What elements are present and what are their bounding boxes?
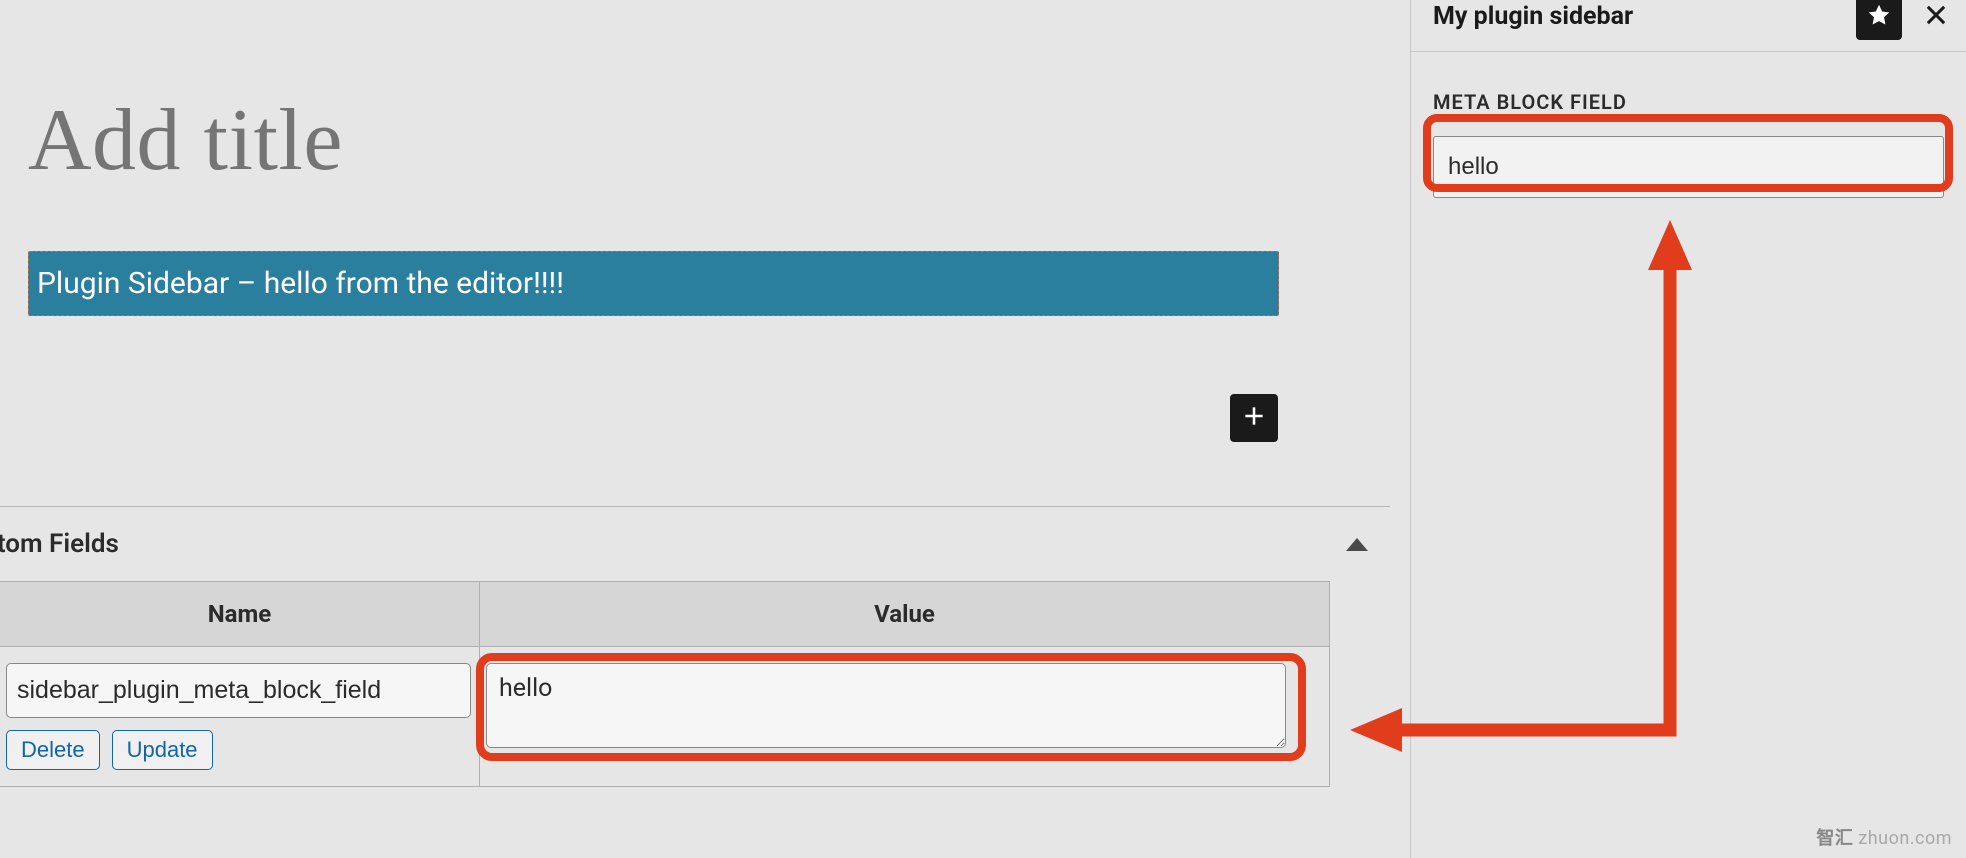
editor-canvas: Plugin Sidebar – hello from the editor!!… xyxy=(0,0,1410,858)
star-icon xyxy=(1866,2,1892,32)
meta-block-field-input[interactable] xyxy=(1433,136,1944,198)
sidebar-header: My plugin sidebar xyxy=(1411,0,1966,52)
column-header-name: Name xyxy=(0,582,480,646)
sidebar-title: My plugin sidebar xyxy=(1433,2,1856,31)
column-header-value: Value xyxy=(480,582,1329,646)
custom-field-name-input[interactable] xyxy=(6,663,471,718)
update-button[interactable]: Update xyxy=(112,730,213,770)
post-title-input[interactable] xyxy=(28,90,1328,191)
plugin-sidebar: My plugin sidebar META BLOCK FIELD 智汇 zh… xyxy=(1410,0,1966,858)
plugin-sidebar-block[interactable]: Plugin Sidebar – hello from the editor!!… xyxy=(28,251,1279,316)
table-header-row: Name Value xyxy=(0,582,1329,647)
custom-fields-panel: Custom Fields Name Value Delete Update xyxy=(0,506,1390,787)
custom-fields-table: Name Value Delete Update xyxy=(0,581,1330,787)
delete-button[interactable]: Delete xyxy=(6,730,100,770)
close-sidebar-button[interactable] xyxy=(1920,1,1952,33)
collapse-icon xyxy=(1346,538,1368,551)
add-block-button[interactable] xyxy=(1230,394,1278,442)
table-row: Delete Update xyxy=(0,647,1329,786)
meta-field-label: META BLOCK FIELD xyxy=(1433,90,1944,114)
custom-fields-title: Custom Fields xyxy=(0,529,119,559)
plus-icon xyxy=(1241,403,1267,433)
watermark: 智汇 zhuon.com xyxy=(1816,824,1952,850)
custom-fields-header[interactable]: Custom Fields xyxy=(0,507,1390,581)
pin-sidebar-button[interactable] xyxy=(1856,0,1902,40)
close-icon xyxy=(1922,1,1950,33)
custom-field-value-textarea[interactable] xyxy=(486,663,1286,748)
